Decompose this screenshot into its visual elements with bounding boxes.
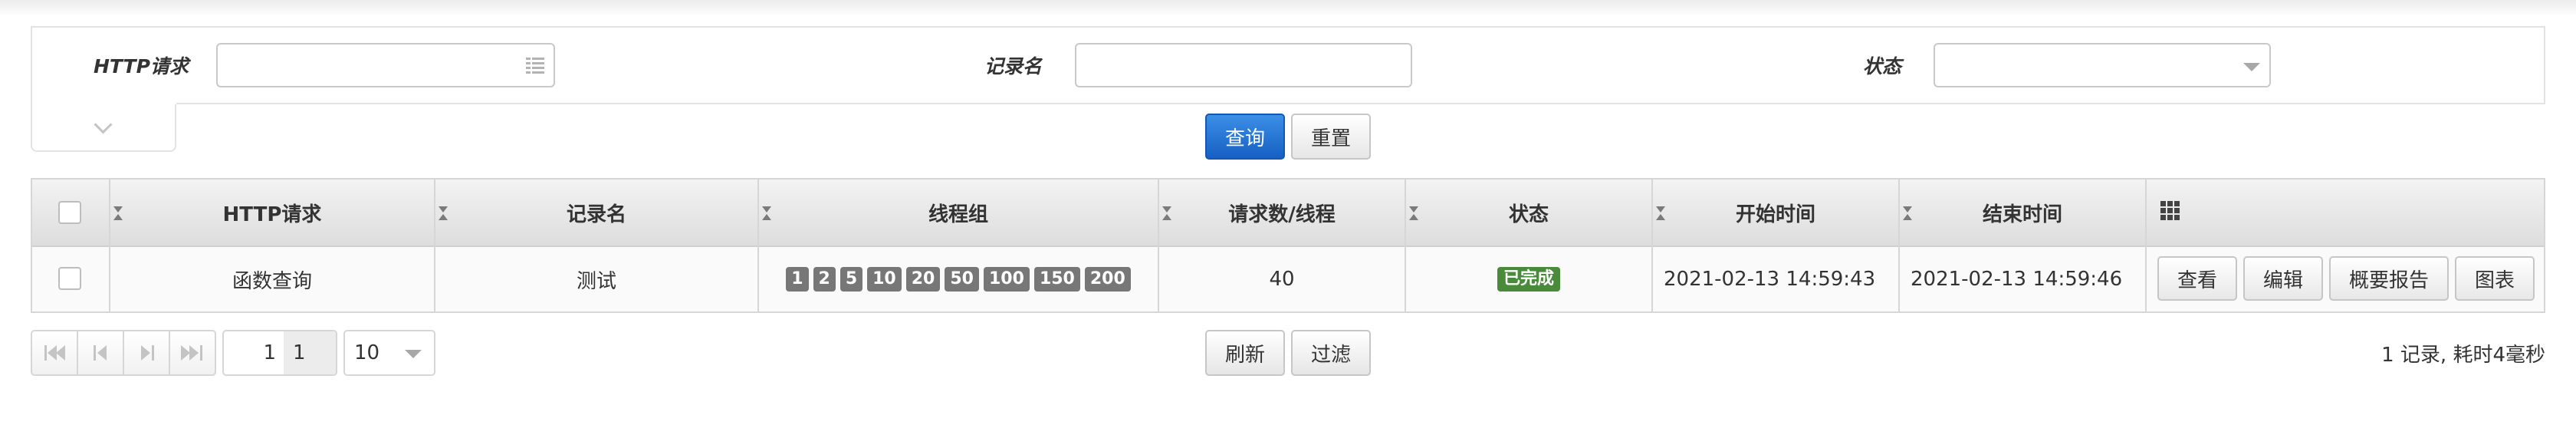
- record-filter-input[interactable]: [1075, 43, 1412, 87]
- cell-status: 已完成: [1406, 247, 1651, 311]
- thread-badge: 150: [1033, 267, 1080, 292]
- column-header-http[interactable]: HTTP请求: [110, 180, 434, 245]
- column-header-end[interactable]: 结束时间: [1900, 180, 2145, 245]
- cell-end-time: 2021-02-13 14:59:46: [1911, 268, 2123, 291]
- row-checkbox[interactable]: [58, 267, 81, 290]
- thread-badge: 1: [786, 267, 809, 292]
- http-filter-input[interactable]: [216, 43, 555, 87]
- thread-badge: 100: [984, 267, 1030, 292]
- page-number: 1 1: [222, 330, 337, 376]
- column-header-start[interactable]: 开始时间: [1653, 180, 1898, 245]
- next-page-button[interactable]: [124, 331, 170, 374]
- column-header-thread-group[interactable]: 线程组: [759, 180, 1158, 245]
- select-all-checkbox[interactable]: [58, 201, 81, 224]
- query-button[interactable]: 查询: [1205, 114, 1285, 160]
- reset-button[interactable]: 重置: [1291, 114, 1371, 160]
- view-button[interactable]: 查看: [2157, 256, 2237, 301]
- column-header-status[interactable]: 状态: [1406, 180, 1651, 245]
- status-filter-select[interactable]: [1934, 43, 2271, 87]
- thread-badge: 2: [813, 267, 836, 292]
- records-grid: HTTP请求 记录名 线程组 请求数/线程 状态 开始时间 结束时间 函数查询 …: [31, 178, 2545, 313]
- record-filter-label: 记录名: [984, 55, 1043, 77]
- refresh-button[interactable]: 刷新: [1205, 330, 1285, 376]
- cell-requests: 40: [1269, 268, 1295, 291]
- thread-badge: 20: [905, 267, 941, 292]
- pager-nav: [31, 330, 216, 376]
- thread-badge: 200: [1084, 267, 1131, 292]
- http-filter-label: HTTP请求: [94, 55, 189, 77]
- column-chooser-icon[interactable]: [2160, 201, 2180, 221]
- page-input[interactable]: 1: [224, 331, 284, 374]
- last-page-button[interactable]: [170, 331, 216, 374]
- cell-record: 测试: [576, 269, 616, 293]
- edit-button[interactable]: 编辑: [2243, 256, 2323, 301]
- status-filter-label: 状态: [1863, 55, 1902, 77]
- list-icon[interactable]: [526, 57, 544, 74]
- summary-report-button[interactable]: 概要报告: [2329, 256, 2449, 301]
- cell-thread-groups: 1 2 5 10 20 50 100 150 200: [759, 247, 1158, 311]
- chevron-down-icon: [94, 115, 113, 134]
- column-header-record[interactable]: 记录名: [435, 180, 757, 245]
- chart-button[interactable]: 图表: [2455, 256, 2535, 301]
- cell-start-time: 2021-02-13 14:59:43: [1664, 268, 1876, 291]
- page-size-select[interactable]: 10: [343, 330, 435, 376]
- page-size-value: 10: [354, 341, 380, 364]
- prev-page-button[interactable]: [78, 331, 124, 374]
- chevron-down-icon: [2243, 63, 2260, 71]
- first-page-button[interactable]: [32, 331, 78, 374]
- column-header-requests[interactable]: 请求数/线程: [1159, 180, 1405, 245]
- thread-badge: 10: [867, 267, 902, 292]
- collapse-toggle[interactable]: [31, 101, 176, 152]
- status-badge: 已完成: [1497, 267, 1560, 292]
- thread-badge: 5: [840, 267, 863, 292]
- chevron-down-icon: [405, 350, 422, 358]
- top-shadow: [0, 0, 2576, 17]
- total-pages: 1: [284, 331, 336, 374]
- record-summary: 1 记录, 耗时4毫秒: [2381, 343, 2545, 367]
- filter-button[interactable]: 过滤: [1291, 330, 1371, 376]
- cell-http: 函数查询: [232, 269, 312, 293]
- thread-badge: 50: [945, 267, 979, 292]
- column-divider[interactable]: [2145, 180, 2147, 311]
